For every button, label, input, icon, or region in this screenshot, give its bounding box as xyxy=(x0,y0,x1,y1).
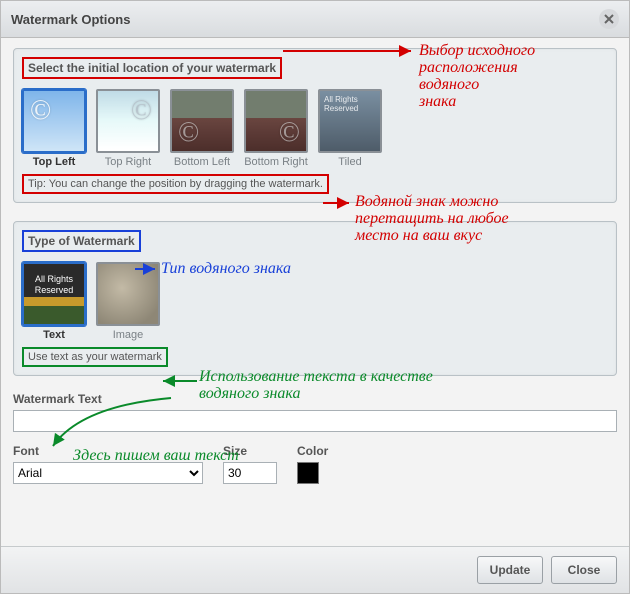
type-tip: Use text as your watermark xyxy=(22,347,168,367)
footer: Update Close xyxy=(1,546,629,593)
close-icon[interactable] xyxy=(599,9,619,29)
panel-type: Type of Watermark All Rights Reserved Te… xyxy=(13,221,617,376)
location-option-top-left[interactable]: © Top Left xyxy=(22,89,86,168)
dialog-body: Select the initial location of your wate… xyxy=(1,38,629,546)
dialog-window: Watermark Options Select the initial loc… xyxy=(0,0,630,594)
location-option-bottom-right[interactable]: © Bottom Right xyxy=(244,89,308,168)
thumb-label: Bottom Left xyxy=(174,156,230,168)
location-tip: Tip: You can change the position by drag… xyxy=(22,174,329,194)
location-option-bottom-left[interactable]: © Bottom Left xyxy=(170,89,234,168)
type-option-text[interactable]: All Rights Reserved Text xyxy=(22,262,86,341)
location-option-tiled[interactable]: All Rights Reserved Tiled xyxy=(318,89,382,168)
watermark-text-label: Watermark Text xyxy=(13,392,617,406)
dialog-title: Watermark Options xyxy=(11,12,130,27)
thumb-label: Tiled xyxy=(338,156,361,168)
size-label: Size xyxy=(223,444,277,458)
font-label: Font xyxy=(13,444,203,458)
type-option-image[interactable]: Image xyxy=(96,262,160,341)
arrow-icon xyxy=(157,374,201,388)
titlebar: Watermark Options xyxy=(1,1,629,38)
watermark-text-input[interactable] xyxy=(13,410,617,432)
panel-location-heading: Select the initial location of your wate… xyxy=(22,57,282,79)
panel-location: Select the initial location of your wate… xyxy=(13,48,617,203)
thumb-label: Bottom Right xyxy=(244,156,308,168)
update-button[interactable]: Update xyxy=(477,556,543,584)
size-input[interactable] xyxy=(223,462,277,484)
close-button[interactable]: Close xyxy=(551,556,617,584)
location-thumbs: © Top Left © Top Right © Bottom Left © B… xyxy=(22,89,608,168)
thumb-label: Top Left xyxy=(33,156,76,168)
location-option-top-right[interactable]: © Top Right xyxy=(96,89,160,168)
color-swatch[interactable] xyxy=(297,462,319,484)
thumb-label: Top Right xyxy=(105,156,151,168)
color-label: Color xyxy=(297,444,328,458)
panel-type-heading: Type of Watermark xyxy=(22,230,141,252)
thumb-label: Text xyxy=(43,329,65,341)
format-row: Font Arial Size Color xyxy=(13,444,617,484)
font-select[interactable]: Arial xyxy=(13,462,203,484)
thumb-label: Image xyxy=(113,329,144,341)
type-thumbs: All Rights Reserved Text Image xyxy=(22,262,608,341)
